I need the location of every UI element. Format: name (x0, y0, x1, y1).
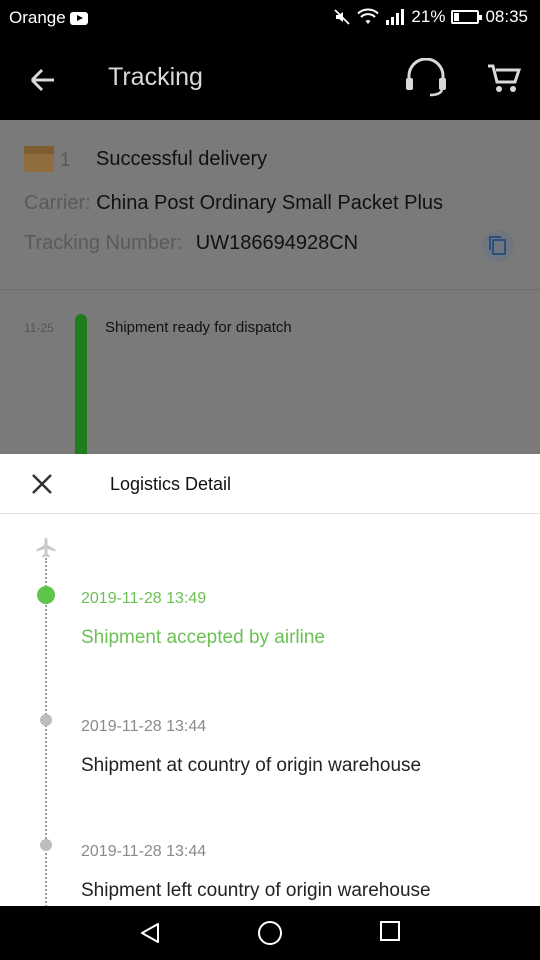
sheet-title: Logistics Detail (110, 474, 232, 494)
carrier-value: China Post Ordinary Small Packet Plus (96, 192, 444, 214)
app-bar: Tracking (0, 36, 540, 120)
signal-icon (386, 9, 405, 25)
event-time: 2019-11-28 13:44 (81, 718, 207, 735)
airplane-icon (36, 538, 56, 558)
timeline-line (45, 558, 47, 906)
system-nav-bar (0, 906, 540, 960)
wifi-icon (357, 8, 380, 24)
event-description: Shipment left country of origin warehous… (81, 880, 431, 901)
carrier-name: Orange (9, 8, 66, 27)
package-summary: 1 Successful delivery Carrier: China Pos… (0, 120, 540, 290)
customer-support-icon[interactable] (403, 58, 449, 98)
battery-percent: 21% (411, 7, 446, 26)
nav-recent-apps-icon[interactable] (380, 921, 400, 941)
logistics-detail-sheet: Logistics Detail 2019-11-28 13:49 Shipme… (0, 454, 540, 906)
nav-back-icon[interactable] (138, 921, 162, 945)
status-bar: Orange 21% 08:35 (0, 0, 540, 36)
battery-level (454, 13, 460, 21)
carrier-label: Carrier: (24, 192, 91, 214)
copy-icon[interactable] (482, 230, 514, 262)
carrier-group: Orange (9, 8, 88, 28)
tracking-overview-dimmed: 1 Successful delivery Carrier: China Pos… (0, 120, 540, 454)
youtube-icon (69, 11, 88, 25)
timeline-dot-current (37, 586, 55, 604)
close-icon[interactable] (26, 468, 58, 500)
event-time: 2019-11-28 13:49 (81, 590, 207, 607)
package-count: 1 (60, 150, 71, 171)
sheet-header: Logistics Detail (0, 454, 540, 514)
tracking-row: Tracking Number: UW186694928CN (24, 232, 358, 255)
timeline-date: 11-25 (24, 321, 54, 335)
tracking-label: Tracking Number: (24, 232, 183, 254)
event-time: 2019-11-28 13:44 (81, 843, 207, 860)
cart-icon[interactable] (484, 58, 524, 98)
status-icons: 21% 08:35 (333, 7, 528, 27)
carrier-row: Carrier: China Post Ordinary Small Packe… (24, 192, 443, 215)
event-description: Shipment at country of origin warehouse (81, 755, 422, 776)
timeline-dot (40, 714, 52, 726)
timeline-dot (40, 839, 52, 851)
delivery-status: Successful delivery (96, 148, 268, 170)
event-description: Shipment accepted by airline (81, 627, 325, 648)
clock: 08:35 (485, 7, 528, 26)
tracking-number: UW186694928CN (195, 232, 359, 254)
mute-icon (334, 9, 351, 25)
timeline-progress-bar (75, 314, 87, 454)
timeline-event-text: Shipment ready for dispatch (105, 319, 292, 336)
package-icon (24, 146, 54, 172)
battery-icon (451, 10, 483, 24)
nav-home-icon[interactable] (258, 921, 282, 945)
back-arrow-icon[interactable] (22, 60, 62, 100)
page-title: Tracking (108, 63, 203, 91)
